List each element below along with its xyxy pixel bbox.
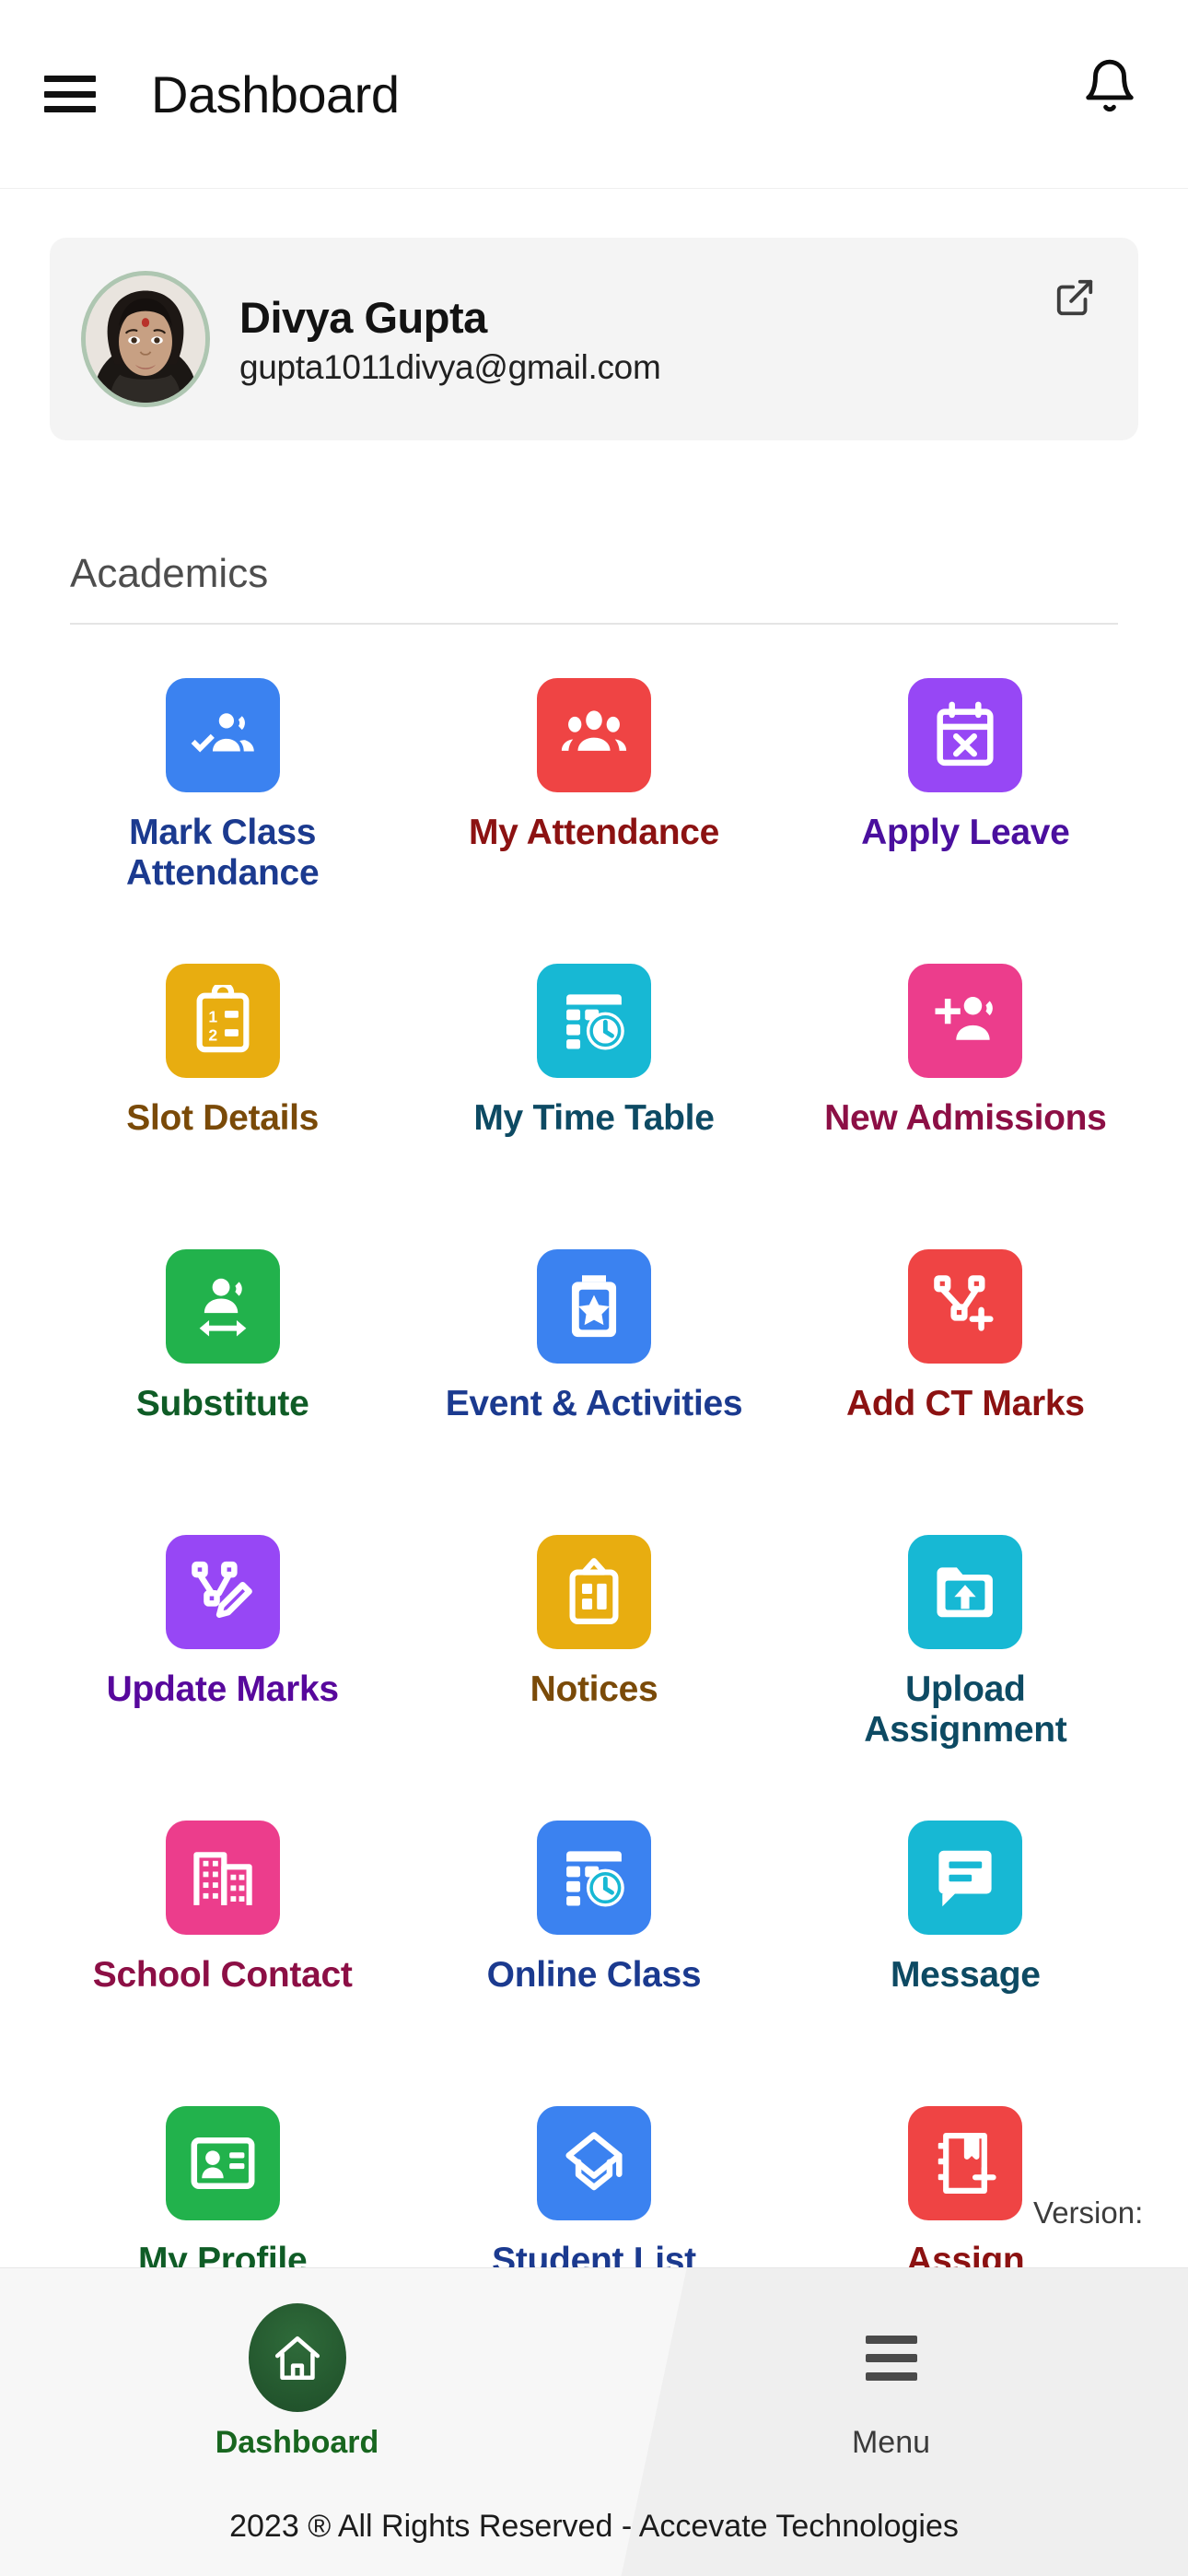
- id-card-icon: [165, 2106, 280, 2220]
- person-swap-icon: [165, 1249, 280, 1364]
- tile-update-marks[interactable]: Update Marks: [37, 1522, 408, 1808]
- profile-text: Divya Gupta gupta1011divya@gmail.com: [239, 292, 661, 387]
- bottom-nav-dashboard[interactable]: Dashboard: [0, 2303, 594, 2461]
- tile-notices[interactable]: Notices: [408, 1522, 779, 1808]
- home-icon: [248, 2303, 346, 2412]
- tile-label: Upload Assignment: [864, 1669, 1067, 1750]
- calendar-cross-icon: [908, 678, 1023, 792]
- timetable-clock-icon: [536, 964, 651, 1078]
- bottom-nav-items: Dashboard Menu: [0, 2268, 1188, 2461]
- tile-label: My Attendance: [468, 813, 720, 852]
- graph-edit-icon: [165, 1535, 280, 1649]
- building-icon: [165, 1821, 280, 1935]
- svg-text:2: 2: [208, 1025, 217, 1044]
- bell-icon[interactable]: [1081, 57, 1138, 125]
- tile-label: Update Marks: [106, 1669, 339, 1709]
- version-label: Version:: [1033, 2195, 1144, 2230]
- avatar: [81, 271, 210, 407]
- graph-add-icon: [908, 1249, 1023, 1364]
- book-add-icon: [908, 2106, 1023, 2220]
- clipboard-list-icon: 1 2: [165, 964, 280, 1078]
- app-screen: Dashboard Divya Gupta gupta1011divya@gma…: [0, 0, 1188, 2576]
- tile-label: New Admissions: [824, 1098, 1107, 1138]
- tile-event-activities[interactable]: Event & Activities: [408, 1236, 779, 1522]
- tile-label: Add CT Marks: [846, 1384, 1085, 1423]
- tile-school-contact[interactable]: School Contact: [37, 1808, 408, 2093]
- timetable-clock-icon: [536, 1821, 651, 1935]
- tile-upload-assignment[interactable]: Upload Assignment: [780, 1522, 1151, 1808]
- attendance-check-icon: [165, 678, 280, 792]
- section-title: Academics: [70, 551, 269, 596]
- hamburger-menu-icon[interactable]: [44, 76, 96, 112]
- folder-upload-icon: [908, 1535, 1023, 1649]
- section-divider: [70, 623, 1118, 625]
- tile-my-attendance[interactable]: My Attendance: [408, 665, 779, 951]
- person-add-icon: [908, 964, 1023, 1078]
- graduation-cap-icon: [536, 2106, 651, 2220]
- tile-new-admissions[interactable]: New Admissions: [780, 951, 1151, 1236]
- app-bar: Dashboard: [0, 0, 1188, 189]
- footer-copyright: 2023 ® All Rights Reserved - Accevate Te…: [229, 2509, 959, 2544]
- tile-label: Slot Details: [126, 1098, 320, 1138]
- bottom-nav-menu-label: Menu: [851, 2425, 931, 2460]
- tile-mark-class-attendance[interactable]: Mark Class Attendance: [37, 665, 408, 951]
- academics-section: Academics Mark Class Attendance My Atten…: [0, 551, 1188, 2379]
- event-star-icon: [536, 1249, 651, 1364]
- bottom-nav-dashboard-label: Dashboard: [215, 2425, 379, 2460]
- people-group-icon: [536, 678, 651, 792]
- tile-label: Apply Leave: [861, 813, 1070, 852]
- tile-label: Notices: [530, 1669, 658, 1709]
- tile-slot-details[interactable]: 1 2 Slot Details: [37, 951, 408, 1236]
- tile-message[interactable]: Message: [780, 1808, 1151, 2093]
- profile-card[interactable]: Divya Gupta gupta1011divya@gmail.com: [50, 238, 1138, 440]
- tile-apply-leave[interactable]: Apply Leave: [780, 665, 1151, 951]
- tile-add-ct-marks[interactable]: Add CT Marks: [780, 1236, 1151, 1522]
- academics-grid: Mark Class Attendance My Attendance Appl…: [0, 665, 1188, 2379]
- tile-label: Message: [890, 1955, 1041, 1995]
- tile-label: Event & Activities: [445, 1384, 743, 1423]
- tile-label: My Time Table: [473, 1098, 715, 1138]
- page-title: Dashboard: [151, 64, 400, 123]
- profile-name: Divya Gupta: [239, 292, 487, 342]
- bottom-navigation-bar: Dashboard Menu 2023 ® All Rights Reserve…: [0, 2267, 1188, 2576]
- tile-substitute[interactable]: Substitute: [37, 1236, 408, 1522]
- profile-email: gupta1011divya@gmail.com: [239, 347, 661, 386]
- hamburger-menu-icon: [865, 2303, 917, 2412]
- tile-label: Mark Class Attendance: [125, 813, 320, 893]
- tile-label: Substitute: [135, 1384, 309, 1423]
- tile-label: School Contact: [92, 1955, 353, 1995]
- tile-online-class[interactable]: Online Class: [408, 1808, 779, 2093]
- bottom-nav-menu[interactable]: Menu: [594, 2303, 1188, 2461]
- svg-text:1: 1: [208, 1007, 217, 1025]
- tile-my-time-table[interactable]: My Time Table: [408, 951, 779, 1236]
- notice-board-icon: [536, 1535, 651, 1649]
- tile-label: Online Class: [486, 1955, 702, 1995]
- open-in-new-icon[interactable]: [1054, 276, 1096, 319]
- chat-message-icon: [908, 1821, 1023, 1935]
